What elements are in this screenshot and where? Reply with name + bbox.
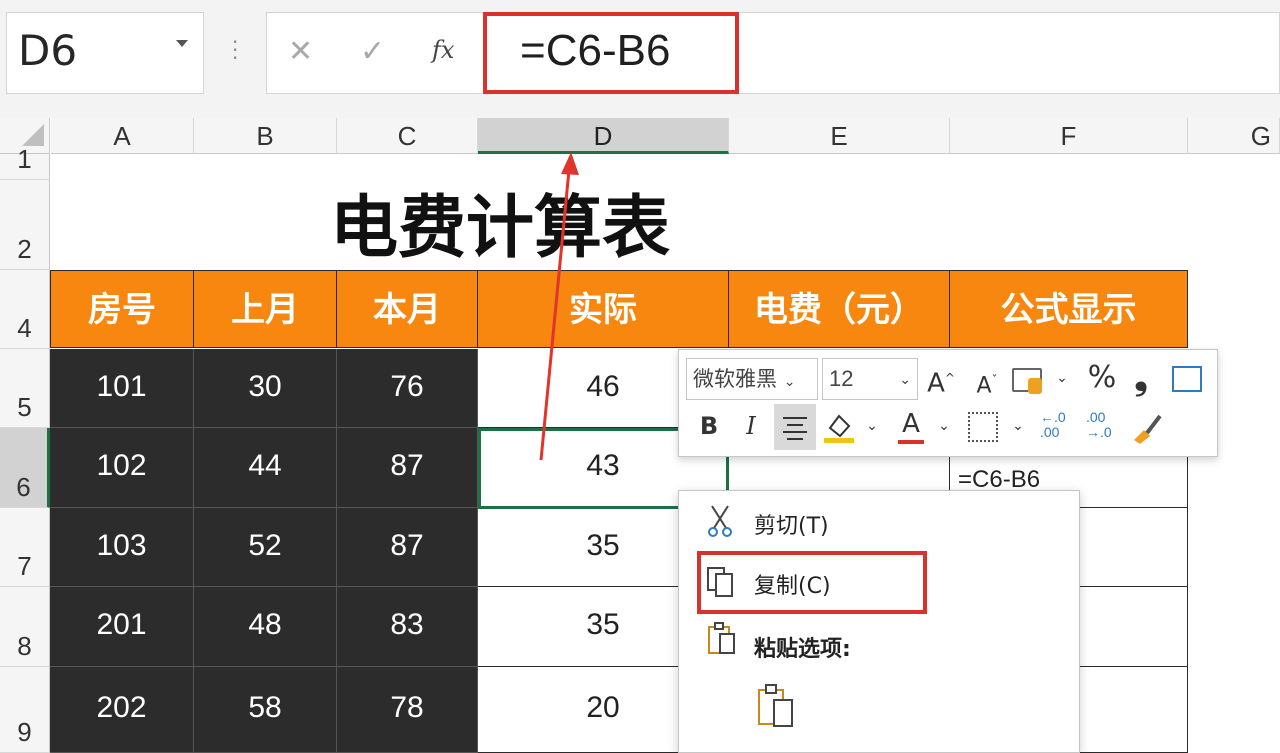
- copy-highlight-box: [697, 551, 927, 614]
- table-cell[interactable]: 78: [337, 667, 478, 753]
- chevron-down-icon[interactable]: ⌄: [784, 374, 796, 390]
- table-cell[interactable]: 87: [337, 508, 478, 587]
- chevron-down-icon[interactable]: ⌄: [862, 406, 882, 448]
- borders-icon[interactable]: [968, 412, 998, 442]
- table-cell[interactable]: 76: [337, 349, 478, 428]
- format-painter-icon[interactable]: [1130, 410, 1164, 444]
- align-center-icon: [783, 417, 807, 440]
- paste-icon: [758, 684, 793, 727]
- insert-function-icon[interactable]: fx: [432, 36, 454, 64]
- table-cell[interactable]: 201: [50, 587, 194, 667]
- table-cell[interactable]: 52: [194, 508, 337, 587]
- number-format-coin: [1028, 378, 1042, 394]
- context-menu: [678, 490, 1080, 753]
- table-cell[interactable]: 58: [194, 667, 337, 753]
- font-color-swatch: [898, 440, 924, 444]
- italic-button[interactable]: I: [734, 406, 768, 448]
- table-cell[interactable]: 202: [50, 667, 194, 753]
- chevron-down-icon[interactable]: ⌄: [1052, 358, 1072, 400]
- table-cell[interactable]: 44: [194, 428, 337, 508]
- name-box-value: D6: [18, 26, 78, 75]
- table-cell[interactable]: 30: [194, 349, 337, 428]
- column-header-g[interactable]: G: [1188, 118, 1280, 154]
- font-name-value: 微软雅黑: [693, 367, 777, 391]
- formula-highlight-box: [483, 12, 739, 94]
- row-header-6[interactable]: 6: [0, 428, 50, 508]
- font-name-select[interactable]: 微软雅黑 ⌄: [686, 358, 818, 400]
- header-actual[interactable]: 实际: [478, 270, 729, 348]
- chevron-down-icon[interactable]: ⌄: [934, 406, 954, 448]
- chevron-down-icon[interactable]: ⌄: [899, 359, 911, 399]
- column-header-c[interactable]: C: [337, 118, 478, 154]
- chevron-down-icon[interactable]: ⌄: [1008, 406, 1028, 448]
- increase-decimal-icon[interactable]: ←.0.00: [1040, 410, 1074, 444]
- increase-font-icon[interactable]: A^: [924, 358, 958, 400]
- header-room[interactable]: 房号: [50, 270, 194, 348]
- paste-icon: [706, 622, 738, 656]
- menu-paste-options-label: 粘贴选项:: [754, 637, 851, 662]
- font-size-value: 12: [829, 366, 854, 391]
- column-header-e[interactable]: E: [729, 118, 950, 154]
- row-header-2[interactable]: 2: [0, 180, 50, 270]
- bold-button[interactable]: B: [692, 406, 726, 448]
- decrease-decimal-icon[interactable]: .00 →.0: [1086, 410, 1120, 444]
- column-header-a[interactable]: A: [51, 118, 194, 154]
- select-all-icon[interactable]: [22, 124, 44, 146]
- row-header-1[interactable]: 1: [0, 144, 50, 180]
- table-cell[interactable]: 48: [194, 587, 337, 667]
- comma-style-icon[interactable]: ❟: [1128, 358, 1154, 400]
- table-cell[interactable]: 103: [50, 508, 194, 587]
- header-last-month[interactable]: 上月: [194, 270, 337, 348]
- sheet-title[interactable]: 电费计算表: [50, 172, 950, 271]
- row-header-9[interactable]: 9: [0, 667, 50, 753]
- formula-input[interactable]: [266, 12, 1280, 94]
- table-cell[interactable]: 83: [337, 587, 478, 667]
- header-fee[interactable]: 电费（元）: [729, 270, 950, 348]
- enter-icon[interactable]: ✓: [360, 34, 385, 69]
- column-header-b[interactable]: B: [194, 118, 337, 154]
- table-cell[interactable]: 101: [50, 349, 194, 428]
- fill-color-icon[interactable]: [822, 410, 856, 444]
- decrease-font-icon[interactable]: Aˇ: [970, 360, 1004, 402]
- cancel-icon[interactable]: ✕: [288, 34, 313, 69]
- paste-button[interactable]: [756, 684, 796, 728]
- merge-center-icon[interactable]: [1172, 366, 1202, 392]
- header-this-month[interactable]: 本月: [337, 270, 478, 348]
- table-cell[interactable]: 87: [337, 428, 478, 508]
- table-cell[interactable]: 102: [50, 428, 194, 508]
- scissors-icon: [706, 504, 734, 538]
- column-header-f[interactable]: F: [950, 118, 1188, 154]
- font-size-select[interactable]: 12 ⌄: [822, 358, 918, 400]
- menu-item-cut[interactable]: 剪切(T): [754, 508, 829, 540]
- row-header-7[interactable]: 7: [0, 508, 50, 587]
- percent-icon[interactable]: %: [1084, 358, 1120, 400]
- row-header-4[interactable]: 4: [0, 270, 50, 349]
- row-header-5[interactable]: 5: [0, 349, 50, 428]
- row-header-8[interactable]: 8: [0, 587, 50, 667]
- drag-handle-icon[interactable]: · · ·: [232, 32, 238, 68]
- chevron-down-icon[interactable]: [176, 40, 188, 47]
- column-header-d[interactable]: D: [478, 118, 729, 154]
- header-formula-display[interactable]: 公式显示: [950, 270, 1188, 348]
- align-center-button[interactable]: [774, 404, 816, 450]
